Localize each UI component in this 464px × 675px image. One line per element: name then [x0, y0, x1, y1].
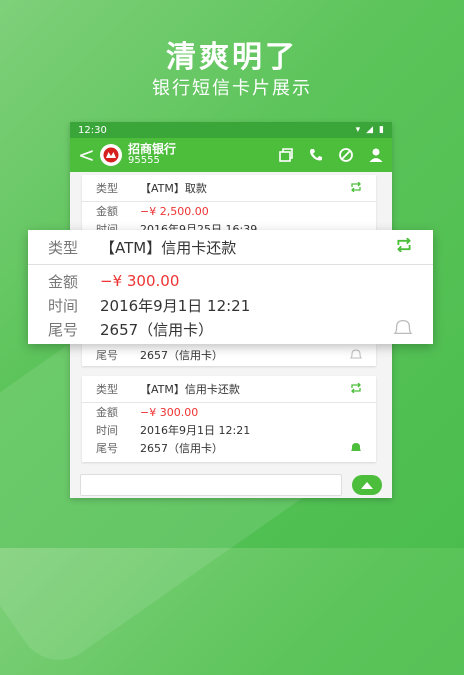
card-time: 2016年9月1日 12:21 — [140, 424, 251, 437]
header-actions — [278, 147, 384, 163]
card-type: 【ATM】信用卡还款 — [100, 238, 237, 257]
block-icon[interactable] — [338, 147, 354, 163]
bell-icon[interactable] — [350, 442, 362, 455]
signal-icon: ◢ — [366, 125, 374, 135]
repeat-icon[interactable] — [350, 181, 362, 195]
expand-button[interactable] — [352, 475, 382, 495]
status-bar: 12:30 ▾ ◢ ▮ — [70, 122, 392, 138]
back-button[interactable]: < — [78, 143, 95, 167]
card-amount: −¥ 300.00 — [140, 405, 199, 419]
card-header: 类型 【ATM】取款 — [82, 175, 376, 202]
wifi-icon: ▾ — [355, 125, 361, 135]
repeat-icon[interactable] — [350, 382, 362, 396]
card-type: 【ATM】取款 — [140, 182, 207, 195]
enlarged-sms-card[interactable]: 类型 【ATM】信用卡还款 金额 −¥ 300.00 时间 2016年9月1日 … — [28, 230, 433, 344]
card-tail: 2657（信用卡） — [140, 349, 223, 362]
sms-card[interactable]: 尾号 2657（信用卡） — [82, 344, 376, 366]
headline: 清爽明了 — [166, 40, 298, 75]
battery-icon: ▮ — [379, 125, 384, 135]
subheadline: 银行短信卡片展示 — [152, 78, 312, 99]
card-type: 【ATM】信用卡还款 — [140, 383, 240, 396]
message-input[interactable] — [80, 474, 342, 496]
card-header: 类型 【ATM】信用卡还款 — [28, 230, 433, 265]
card-amount: −¥ 300.00 — [100, 272, 180, 290]
card-amount: −¥ 2,500.00 — [140, 204, 209, 218]
app-bar: < 招商银行 95555 — [70, 138, 392, 172]
chevron-up-icon — [361, 482, 373, 489]
bell-icon[interactable] — [393, 319, 413, 339]
card-time: 2016年9月1日 12:21 — [100, 296, 251, 315]
status-time: 12:30 — [78, 124, 107, 136]
card-tail: 2657（信用卡） — [100, 320, 214, 339]
bell-icon[interactable] — [349, 348, 363, 362]
message-input-bar — [70, 472, 392, 498]
card-tail: 2657（信用卡） — [140, 442, 223, 455]
card-header: 类型 【ATM】信用卡还款 — [82, 376, 376, 403]
bank-info: 招商银行 95555 — [128, 143, 176, 166]
repeat-icon[interactable] — [395, 237, 413, 256]
sms-card[interactable]: 类型 【ATM】信用卡还款 金额 −¥ 300.00 时间 2016年9月1日 … — [82, 376, 376, 462]
phone-call-icon[interactable] — [308, 147, 324, 163]
copy-icon[interactable] — [278, 147, 294, 163]
bank-logo-icon — [100, 144, 122, 166]
sms-card[interactable]: 类型 【ATM】取款 金额 −¥ 2,500.00 时间 2016年9月25日 … — [82, 175, 376, 231]
contact-icon[interactable] — [368, 147, 384, 163]
bank-number: 95555 — [128, 155, 160, 167]
